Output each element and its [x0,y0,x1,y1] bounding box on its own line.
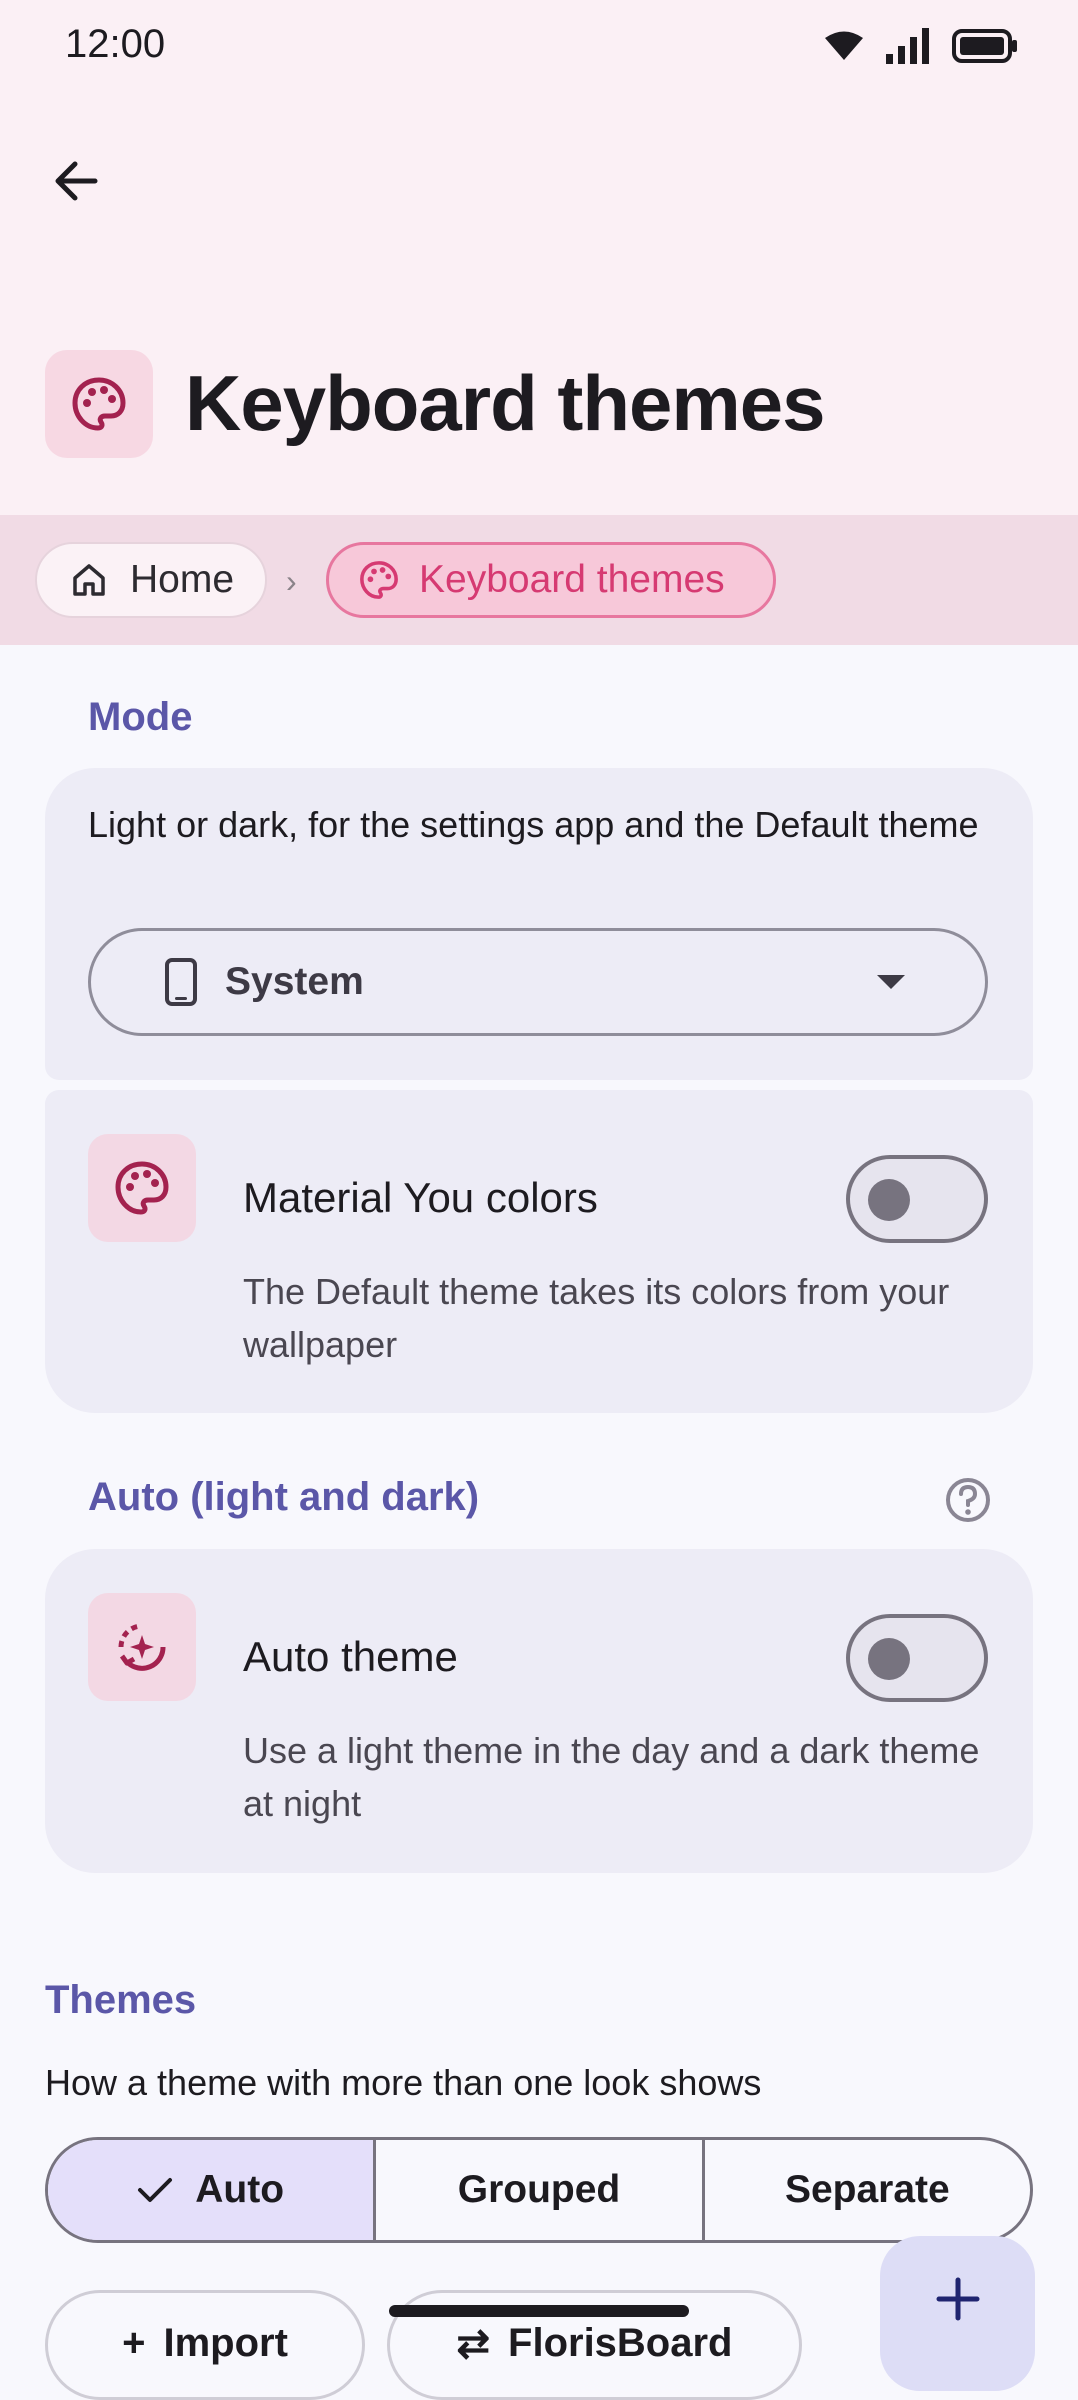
segment-separate-label: Separate [784,2168,950,2211]
breadcrumb-separator: › [286,563,297,599]
mode-description: Light or dark, for the settings app and … [88,804,979,845]
breadcrumb-home[interactable]: Home [35,542,267,618]
mode-select-value: System [225,960,364,1003]
wifi-icon [825,31,863,60]
theme-display-segmented-control: Auto Grouped Separate [45,2137,1033,2243]
swap-icon: ⇄ [456,2322,491,2366]
breadcrumb: Home › Keyboard themes [0,515,1078,645]
segment-grouped[interactable]: Grouped [373,2140,701,2240]
auto-theme-icon [88,1593,196,1701]
palette-icon [360,561,398,599]
palette-icon [115,1161,169,1215]
breadcrumb-home-label: Home [130,558,235,601]
segment-grouped-label: Grouped [457,2168,621,2211]
material-you-description: The Default theme takes its colors from … [243,1271,950,1365]
material-you-icon [88,1134,196,1242]
auto-section-label: Auto (light and dark) [88,1475,480,1519]
home-indicator [389,2305,689,2317]
breadcrumb-current[interactable]: Keyboard themes [326,542,776,618]
dropdown-arrow-icon [877,975,905,989]
toggle-knob [868,1638,910,1680]
status-time: 12:00 [65,22,166,66]
help-icon[interactable] [944,1476,992,1524]
import-label: Import [163,2321,288,2365]
check-icon [138,2178,173,2202]
material-you-title: Material You colors [243,1174,598,1221]
themes-description: How a theme with more than one look show… [45,2062,762,2103]
phone-icon [165,958,197,1006]
signal-icon [886,28,929,64]
auto-theme-toggle[interactable] [846,1614,988,1702]
material-you-toggle[interactable] [846,1155,988,1243]
auto-theme-title: Auto theme [243,1633,458,1680]
home-icon [73,564,105,596]
toggle-knob [868,1179,910,1221]
segment-auto[interactable]: Auto [48,2140,374,2240]
back-button[interactable] [40,145,112,217]
auto-sparkle-icon [118,1623,166,1671]
breadcrumb-current-label: Keyboard themes [419,558,725,601]
segment-auto-label: Auto [195,2168,285,2211]
add-theme-fab[interactable] [880,2236,1035,2391]
import-button[interactable]: + Import [45,2290,365,2400]
florisboard-label: FlorisBoard [508,2321,733,2365]
status-icons [824,28,1018,64]
add-icon: + [122,2321,146,2365]
segment-separate[interactable]: Separate [701,2140,1030,2240]
themes-section-label: Themes [45,1978,197,2022]
title-icon [45,350,153,458]
page-title: Keyboard themes [185,359,826,447]
mode-select[interactable]: System [88,928,988,1036]
auto-theme-description: Use a light theme in the day and a dark … [243,1730,980,1824]
mode-section-label: Mode [88,695,193,739]
add-icon [936,2277,979,2321]
palette-icon [72,377,126,431]
battery-icon [952,29,1017,63]
arrow-back-icon [55,161,98,201]
